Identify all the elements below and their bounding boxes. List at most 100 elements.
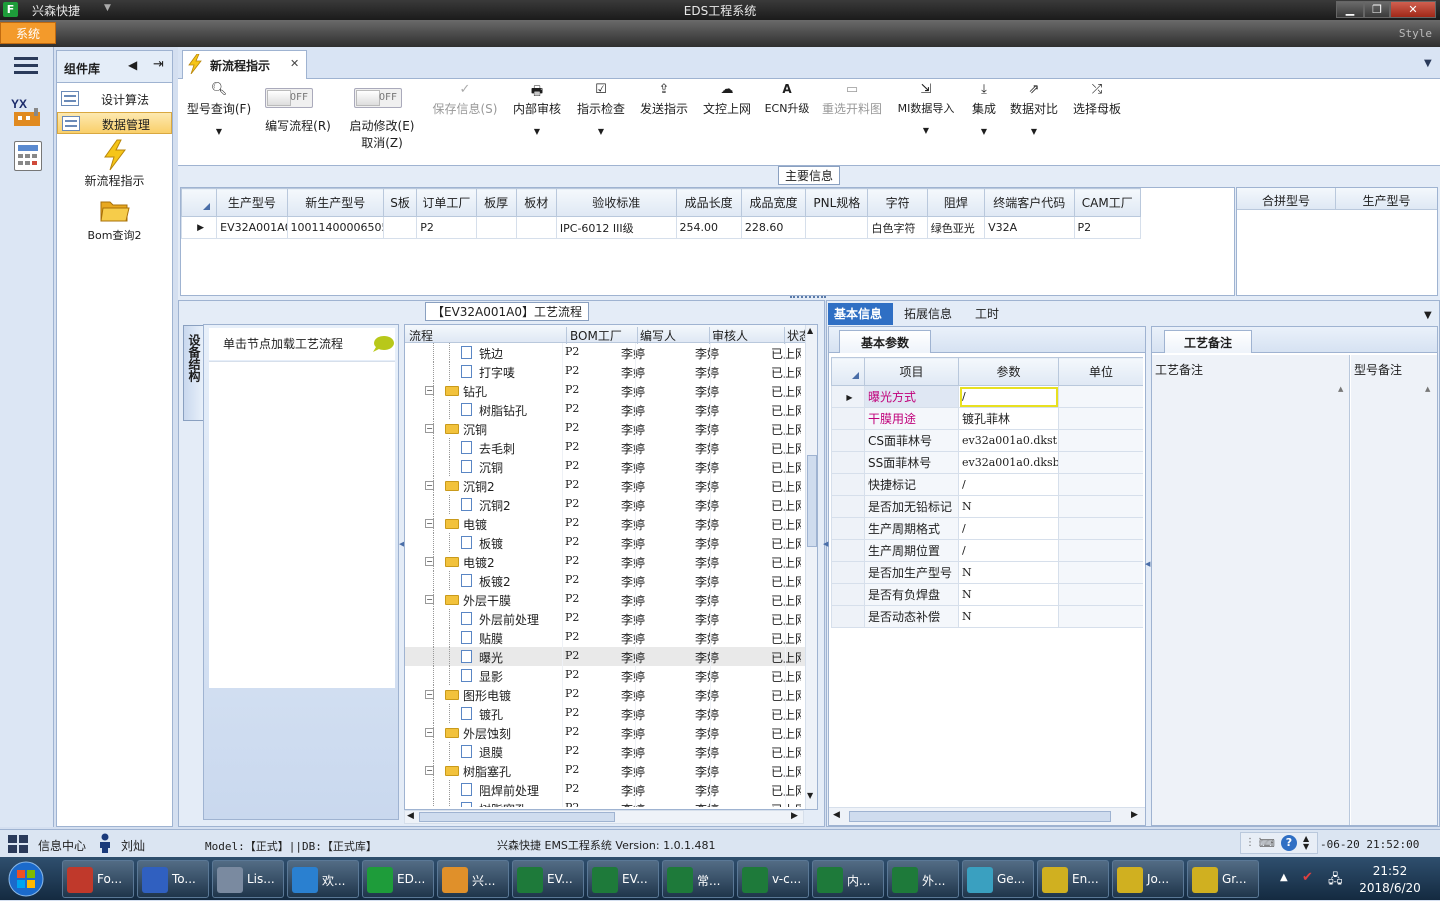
param-value-cell[interactable]: N [958, 495, 1059, 518]
taskbar-item[interactable]: EV... [512, 860, 584, 898]
taskbar-item[interactable]: 常... [662, 860, 734, 898]
row-selector[interactable] [831, 561, 865, 584]
save-info-button[interactable]: ✓ 保存信息(S) [428, 82, 502, 162]
table-cell[interactable]: 绿色亚光 [926, 216, 986, 239]
table-cell[interactable]: 228.60 [740, 216, 807, 239]
column-header[interactable]: 参数 [958, 357, 1059, 386]
table-cell[interactable]: 10011400006505 [286, 216, 385, 239]
collapse-toggle-icon[interactable]: − [425, 766, 434, 775]
column-header[interactable]: 终端客户代码 [984, 188, 1075, 217]
param-unit-cell[interactable] [1058, 517, 1143, 540]
tree-row[interactable]: 铣边 P2 李婷 李婷 已上网 [405, 343, 805, 362]
column-header[interactable]: S板 [383, 188, 418, 217]
scroll-down-icon[interactable]: ▼ [807, 791, 813, 800]
tree-row[interactable]: − 图形电镀 P2 李婷 李婷 已上网 [405, 685, 805, 704]
production-model-header[interactable]: 生产型号 [1336, 188, 1437, 210]
open-folder-icon[interactable] [99, 196, 131, 224]
param-row[interactable]: CS面菲林号 ev32a001a0.dkst [831, 429, 1143, 452]
detail-tabs-dropdown-icon[interactable]: ▼ [1424, 310, 1432, 321]
taskbar-item[interactable]: 兴... [437, 860, 509, 898]
internal-review-button[interactable]: 🖶︎ 内部审核 ▼ [508, 82, 566, 162]
tab-work-hours[interactable]: 工时 [975, 305, 999, 322]
param-row[interactable]: SS面菲林号 ev32a001a0.dksb [831, 451, 1143, 474]
tree-vertical-scrollbar[interactable]: ▲ ▼ [805, 325, 817, 809]
taskbar-item[interactable]: Ge... [962, 860, 1034, 898]
tree-row[interactable]: 外层前处理 P2 李婷 李婷 已上网 [405, 609, 805, 628]
tree-row[interactable]: 打字唛 P2 李婷 李婷 已上网 [405, 362, 805, 381]
tree-row[interactable]: − 外层蚀刻 P2 李婷 李婷 已上网 [405, 723, 805, 742]
table-cell[interactable]: P2 [416, 216, 477, 239]
param-row[interactable]: 快捷标记 / [831, 473, 1143, 496]
tab-list-dropdown-icon[interactable]: ▼ [1424, 58, 1432, 69]
collapse-toggle-icon[interactable]: − [425, 386, 434, 395]
chevron-down-icon[interactable]: ▼ [1006, 127, 1062, 136]
tree-row[interactable]: 树脂塞孔P2李婷李婷已上网 [405, 799, 805, 807]
tree-row[interactable]: 曝光 P2 李婷 李婷 已上网 [405, 647, 805, 666]
column-header[interactable]: 新生产型号 [286, 188, 385, 217]
row-selector[interactable] [831, 517, 865, 540]
clock-time[interactable]: 21:52 [1352, 864, 1428, 878]
mi-import-button[interactable]: ⇲ MI数据导入 ▼ [892, 82, 960, 162]
tree-row[interactable]: − 沉铜2 P2 李婷 李婷 已上网 [405, 476, 805, 495]
edit-flow-toggle[interactable]: OFF 编写流程(R) [262, 88, 336, 138]
pin-panel-icon[interactable]: ⇥ [153, 57, 164, 72]
grid-icon[interactable] [8, 835, 28, 853]
table-cell[interactable]: IPC-6012 III级 [555, 216, 677, 239]
collapse-toggle-icon[interactable]: − [425, 690, 434, 699]
param-unit-cell[interactable] [1058, 385, 1143, 408]
model-remarks-box[interactable]: 型号备注 ▲ [1351, 355, 1437, 825]
model-query-button[interactable]: 🔍︎ 型号查询(F) ▼ [182, 82, 256, 162]
scroll-up-icon[interactable]: ▲ [1338, 385, 1343, 393]
scroll-right-icon[interactable]: ▶ [791, 811, 798, 821]
tree-row[interactable]: 退膜 P2 李婷 李婷 已上网 [405, 742, 805, 761]
tab-basic-params[interactable]: 基本参数 [839, 330, 931, 353]
param-row[interactable]: 是否有负焊盘 N [831, 583, 1143, 606]
new-flow-item-label[interactable]: 新流程指示 [57, 172, 172, 189]
reselect-cutting-button[interactable]: ▭ 重选开料图 [818, 82, 886, 162]
chevron-down-icon[interactable]: ▼ [182, 127, 256, 136]
info-center-label[interactable]: 信息中心 [38, 837, 86, 854]
row-selector[interactable] [831, 473, 865, 496]
table-cell[interactable]: 白色字符 [867, 216, 928, 239]
param-value-cell[interactable]: N [958, 561, 1059, 584]
column-header[interactable]: 订单工厂 [416, 188, 477, 217]
keyboard-icon[interactable]: ⌨ [1259, 837, 1275, 850]
param-value-cell[interactable]: ev32a001a0.dkst [958, 429, 1059, 452]
param-unit-cell[interactable] [1058, 605, 1143, 628]
tab-process-remarks[interactable]: 工艺备注 [1164, 330, 1252, 353]
collapse-toggle-icon[interactable]: − [425, 424, 434, 433]
taskbar-item[interactable]: 内... [812, 860, 884, 898]
minimize-button[interactable]: ▁ [1336, 1, 1364, 18]
splitter-arrow-icon[interactable]: ◀ [823, 540, 828, 548]
column-header[interactable]: 字符 [867, 188, 928, 217]
collapse-toggle-icon[interactable]: − [425, 595, 434, 604]
tree-row[interactable]: 板镀2 P2 李婷 李婷 已上网 [405, 571, 805, 590]
row-selector[interactable] [831, 605, 865, 628]
start-modify-toggle[interactable]: OFF 启动修改(E) 取消(Z) [344, 88, 420, 150]
param-value-cell[interactable]: / [958, 385, 1059, 408]
table-cell[interactable]: P2 [1073, 216, 1142, 239]
column-header[interactable]: 板厚 [475, 188, 517, 217]
param-value-cell[interactable]: 镀孔菲林 [958, 407, 1059, 430]
ecn-upgrade-button[interactable]: A ECN升级 [762, 82, 812, 162]
collapse-left-icon[interactable]: ◀ [128, 58, 137, 72]
scroll-up-icon[interactable]: ▲ [1425, 385, 1430, 393]
start-modify-switch[interactable]: OFF [354, 88, 402, 108]
maximize-button[interactable]: ❐ [1364, 1, 1390, 18]
param-unit-cell[interactable] [1058, 429, 1143, 452]
show-hidden-icons[interactable]: ▲ [1280, 872, 1288, 883]
param-row[interactable]: 生产周期格式 / [831, 517, 1143, 540]
hamburger-menu-icon[interactable] [14, 57, 38, 75]
scroll-left-icon[interactable]: ◀ [407, 811, 414, 821]
tree-column-header[interactable]: BOM工厂 [568, 327, 638, 344]
taskbar-item[interactable]: v-c... [737, 860, 809, 898]
scroll-left-icon[interactable]: ◀ [833, 810, 840, 820]
tree-row[interactable]: 显影 P2 李婷 李婷 已上网 [405, 666, 805, 685]
tree-row[interactable]: 贴膜 P2 李婷 李婷 已上网 [405, 628, 805, 647]
scroll-thumb[interactable] [419, 812, 615, 822]
column-header[interactable]: 阻焊 [926, 188, 986, 217]
cancel-label[interactable]: 取消(Z) [344, 134, 420, 151]
param-value-cell[interactable]: N [958, 583, 1059, 606]
calculator-icon[interactable] [14, 141, 42, 171]
chevron-down-icon[interactable]: ▼ [892, 126, 960, 135]
